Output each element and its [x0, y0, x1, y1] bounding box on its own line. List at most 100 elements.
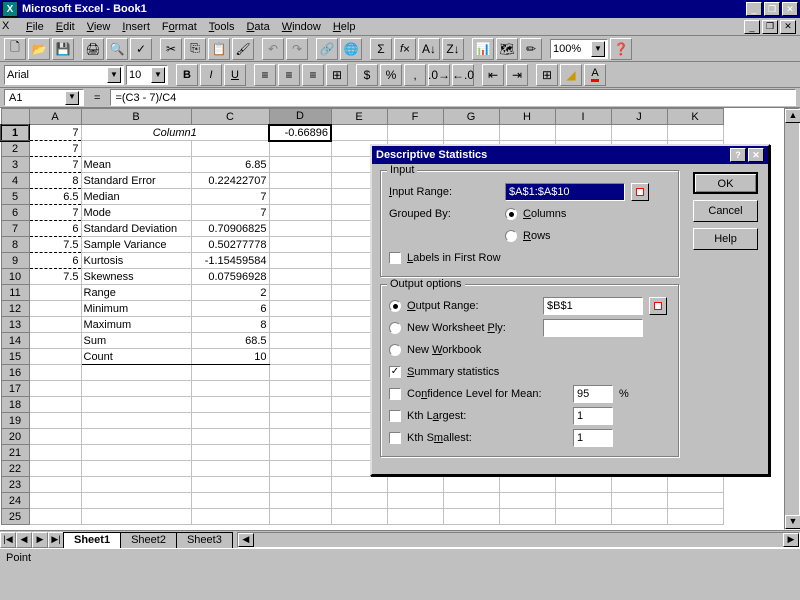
output-range-radio[interactable] — [389, 300, 401, 312]
undo-button[interactable]: ↶ — [262, 38, 284, 60]
cell[interactable] — [81, 397, 191, 413]
cell[interactable] — [29, 301, 81, 317]
cell[interactable]: 7 — [191, 205, 269, 221]
menu-window[interactable]: Window — [276, 19, 327, 35]
row-header-14[interactable]: 14 — [1, 333, 29, 349]
office-assistant-button[interactable]: ❓ — [610, 38, 632, 60]
row-header-18[interactable]: 18 — [1, 397, 29, 413]
cell[interactable] — [611, 493, 667, 509]
cell[interactable] — [29, 461, 81, 477]
input-range-field[interactable]: $A$1:$A$10 — [505, 183, 625, 201]
cell[interactable] — [387, 477, 443, 493]
cell[interactable] — [29, 477, 81, 493]
output-range-ref-button[interactable] — [649, 297, 667, 315]
cell[interactable] — [29, 365, 81, 381]
cell[interactable] — [667, 125, 723, 141]
dialog-titlebar[interactable]: Descriptive Statistics ? ✕ — [372, 146, 768, 164]
dialog-close-button[interactable]: ✕ — [748, 148, 764, 162]
cell[interactable]: 0.70906825 — [191, 221, 269, 237]
cell[interactable] — [191, 477, 269, 493]
first-sheet-button[interactable]: |◀ — [0, 532, 16, 548]
cell[interactable] — [81, 509, 191, 525]
cell[interactable]: 7 — [29, 157, 81, 173]
kth-smallest-field[interactable]: 1 — [573, 429, 613, 447]
cell[interactable] — [269, 157, 331, 173]
name-box[interactable]: A1▼ — [4, 89, 84, 106]
cell[interactable]: 6.5 — [29, 189, 81, 205]
row-header-3[interactable]: 3 — [1, 157, 29, 173]
sheet-tab-1[interactable]: Sheet1 — [63, 532, 121, 548]
input-range-ref-button[interactable] — [631, 183, 649, 201]
cell[interactable]: Standard Error — [81, 173, 191, 189]
help-button[interactable]: Help — [693, 228, 758, 250]
merge-center-button[interactable]: ⊞ — [326, 64, 348, 86]
chevron-down-icon[interactable]: ▼ — [591, 41, 605, 57]
cell[interactable] — [269, 509, 331, 525]
cell[interactable]: 6 — [29, 221, 81, 237]
cell[interactable] — [387, 493, 443, 509]
cell[interactable]: Sum — [81, 333, 191, 349]
cell[interactable] — [611, 509, 667, 525]
cell[interactable]: Mode — [81, 205, 191, 221]
copy-button[interactable]: ⎘ — [184, 38, 206, 60]
cell[interactable] — [331, 493, 387, 509]
cell[interactable]: 7.5 — [29, 269, 81, 285]
confidence-level-field[interactable]: 95 — [573, 385, 613, 403]
cell[interactable] — [29, 381, 81, 397]
cell[interactable]: Median — [81, 189, 191, 205]
cell[interactable] — [29, 493, 81, 509]
cell[interactable] — [499, 125, 555, 141]
cell[interactable] — [81, 493, 191, 509]
cell[interactable] — [269, 189, 331, 205]
cell[interactable]: Kurtosis — [81, 253, 191, 269]
dialog-help-button[interactable]: ? — [730, 148, 746, 162]
cell[interactable] — [29, 285, 81, 301]
cell[interactable] — [667, 509, 723, 525]
new-worksheet-field[interactable] — [543, 319, 643, 337]
cell[interactable] — [269, 429, 331, 445]
menu-file[interactable]: File — [20, 19, 50, 35]
chevron-down-icon[interactable]: ▼ — [107, 67, 121, 83]
cell[interactable] — [499, 477, 555, 493]
cell[interactable] — [81, 429, 191, 445]
cell[interactable]: -0.66896 — [269, 125, 331, 141]
row-header-25[interactable]: 25 — [1, 509, 29, 525]
row-header-13[interactable]: 13 — [1, 317, 29, 333]
scroll-down-button[interactable]: ▼ — [785, 515, 800, 529]
cell[interactable]: Standard Deviation — [81, 221, 191, 237]
cancel-button[interactable]: Cancel — [693, 200, 758, 222]
scroll-right-button[interactable]: ▶ — [783, 533, 799, 547]
cell[interactable] — [81, 461, 191, 477]
row-header-12[interactable]: 12 — [1, 301, 29, 317]
prev-sheet-button[interactable]: ◀ — [16, 532, 32, 548]
align-left-button[interactable]: ≡ — [254, 64, 276, 86]
save-button[interactable]: 💾 — [52, 38, 74, 60]
summary-stats-checkbox[interactable] — [389, 366, 401, 378]
borders-button[interactable]: ⊞ — [536, 64, 558, 86]
cell[interactable]: Minimum — [81, 301, 191, 317]
cell[interactable] — [29, 445, 81, 461]
new-worksheet-radio[interactable] — [389, 322, 401, 334]
cell[interactable] — [611, 477, 667, 493]
cell[interactable] — [387, 509, 443, 525]
column-header-K[interactable]: K — [667, 109, 723, 125]
scroll-left-button[interactable]: ◀ — [238, 533, 254, 547]
cell[interactable] — [191, 461, 269, 477]
row-header-8[interactable]: 8 — [1, 237, 29, 253]
column-header-C[interactable]: C — [191, 109, 269, 125]
column-header-H[interactable]: H — [499, 109, 555, 125]
sheet-tab-2[interactable]: Sheet2 — [120, 532, 177, 548]
cell[interactable] — [269, 413, 331, 429]
cell[interactable]: 2 — [191, 285, 269, 301]
cell[interactable]: Sample Variance — [81, 237, 191, 253]
row-header-5[interactable]: 5 — [1, 189, 29, 205]
row-header-20[interactable]: 20 — [1, 429, 29, 445]
mdi-icon[interactable]: X — [2, 20, 16, 34]
cell[interactable] — [269, 365, 331, 381]
cell[interactable] — [81, 141, 191, 157]
row-header-6[interactable]: 6 — [1, 205, 29, 221]
column-header-F[interactable]: F — [387, 109, 443, 125]
cell[interactable] — [443, 509, 499, 525]
cell[interactable] — [269, 221, 331, 237]
row-header-16[interactable]: 16 — [1, 365, 29, 381]
